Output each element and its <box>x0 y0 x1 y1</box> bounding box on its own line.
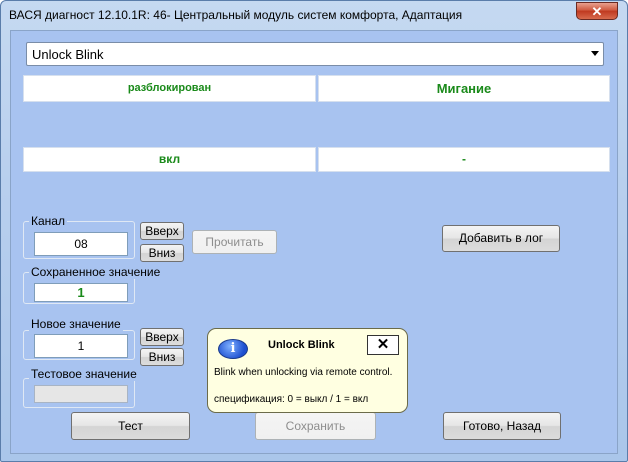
info-icon: i <box>218 339 248 359</box>
info-tooltip: i Unlock Blink ✕ Blink when unlocking vi… <box>207 328 408 413</box>
title-bar[interactable]: ВАСЯ диагност 12.10.1R: 46- Центральный … <box>1 1 627 29</box>
window-title: ВАСЯ диагност 12.10.1R: 46- Центральный … <box>9 8 463 22</box>
new-value-input[interactable]: 1 <box>34 334 128 358</box>
read-button[interactable]: Прочитать <box>192 230 277 254</box>
saved-value-label: Сохраненное значение <box>29 265 163 279</box>
test-value-field <box>34 385 128 403</box>
new-value-label: Новое значение <box>29 317 123 331</box>
window-close-button[interactable]: ✕ <box>576 2 618 20</box>
test-value-label: Тестовое значение <box>29 367 139 381</box>
new-value-up-button[interactable]: Вверх <box>140 328 184 346</box>
channel-label: Канал <box>29 214 67 228</box>
test-button[interactable]: Тест <box>71 412 190 440</box>
tooltip-close-button[interactable]: ✕ <box>367 335 399 355</box>
channel-select[interactable]: Unlock Blink <box>26 42 604 66</box>
done-back-button[interactable]: Готово, Назад <box>443 412 561 440</box>
chevron-down-icon[interactable] <box>591 51 599 56</box>
tooltip-title: Unlock Blink <box>268 339 335 351</box>
channel-down-button[interactable]: Вниз <box>140 244 184 262</box>
add-to-log-button[interactable]: Добавить в лог <box>442 225 560 252</box>
value-row1-left: разблокирован <box>23 75 316 102</box>
channel-select-value: Unlock Blink <box>32 47 104 62</box>
client-area: Unlock Blink разблокирован Мигание вкл -… <box>10 30 618 454</box>
app-window: ВАСЯ диагност 12.10.1R: 46- Центральный … <box>0 0 628 462</box>
save-button[interactable]: Сохранить <box>255 412 376 440</box>
channel-up-button[interactable]: Вверх <box>140 222 184 240</box>
saved-value-field: 1 <box>34 283 128 302</box>
value-row2-right: - <box>318 147 610 172</box>
value-row2-left: вкл <box>23 147 316 172</box>
tooltip-spec: спецификация: 0 = выкл / 1 = вкл <box>214 394 369 405</box>
tooltip-body: Blink when unlocking via remote control. <box>214 367 393 378</box>
value-row1-right: Мигание <box>318 75 610 102</box>
channel-input[interactable]: 08 <box>34 232 128 256</box>
new-value-down-button[interactable]: Вниз <box>140 348 184 366</box>
